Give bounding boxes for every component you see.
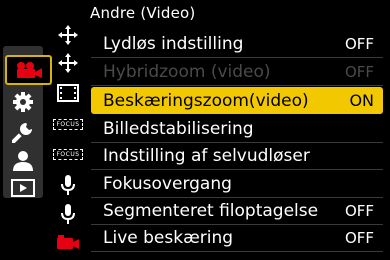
sub-tab-7[interactable]	[52, 201, 84, 227]
sub-tab-6[interactable]	[52, 172, 84, 198]
microphone-icon	[61, 204, 75, 224]
menu-item-label: Billedstabilisering	[103, 119, 254, 139]
tab-video[interactable]	[5, 55, 52, 85]
playback-icon	[11, 179, 35, 197]
menu-item-hybrid-zoom: Hybridzoom (video) OFF	[91, 59, 383, 86]
crosshair-arrows-icon	[58, 25, 78, 45]
menu-item-value: OFF	[344, 35, 374, 53]
sub-tab-8[interactable]	[52, 230, 84, 256]
microphone-icon	[61, 175, 75, 195]
sub-tab-2[interactable]	[52, 50, 84, 76]
menu-item-value: OFF	[344, 63, 374, 81]
video-camera-icon	[16, 62, 42, 78]
red-camera-icon	[57, 235, 79, 249]
menu-item-label: Hybridzoom (video)	[103, 62, 271, 82]
sub-tab-3[interactable]	[52, 80, 84, 106]
focus-frame-icon: FOCUS	[53, 118, 83, 130]
menu-item-segmented-recording[interactable]: Segmenteret filoptagelse OFF	[91, 198, 383, 225]
menu-item-silent-mode[interactable]: Lydløs indstilling OFF	[91, 31, 383, 58]
menu-item-label: Fokusovergang	[103, 174, 232, 194]
page-title: Andre (Video)	[90, 4, 196, 22]
person-icon	[13, 151, 33, 171]
menu-item-label: Beskæringszoom(video)	[103, 90, 309, 111]
menu-item-label: Lydløs indstilling	[103, 34, 244, 54]
film-strip-icon	[57, 84, 79, 102]
gear-icon	[13, 92, 33, 112]
focus-frame-icon: FOCUS	[53, 148, 83, 160]
menu-item-label: Indstilling af selvudløser	[103, 146, 310, 166]
main-tab-bar	[3, 46, 52, 198]
menu-item-label: Segmenteret filoptagelse	[103, 201, 319, 221]
wrench-icon	[12, 123, 32, 143]
sub-tab-1[interactable]	[52, 22, 84, 48]
tab-playback[interactable]	[3, 173, 43, 203]
menu-item-self-timer[interactable]: Indstilling af selvudløser	[91, 143, 383, 170]
sub-tab-4[interactable]: FOCUS	[52, 111, 84, 137]
menu-item-image-stabilization[interactable]: Billedstabilisering	[91, 116, 383, 143]
tab-custom[interactable]	[3, 87, 43, 117]
tab-setup[interactable]	[3, 117, 43, 147]
tab-my-menu[interactable]	[3, 146, 43, 176]
menu-item-live-cropping[interactable]: Live beskæring OFF	[91, 225, 383, 252]
menu-item-value: OFF	[344, 229, 374, 247]
menu-item-value: ON	[349, 91, 374, 110]
crosshair-arrows-icon	[58, 53, 78, 73]
menu-item-value: OFF	[344, 202, 374, 220]
sub-tab-5[interactable]: FOCUS	[52, 141, 84, 167]
menu-item-focus-transition[interactable]: Fokusovergang	[91, 171, 383, 198]
menu-item-label: Live beskæring	[103, 228, 234, 248]
menu-item-crop-zoom[interactable]: Beskæringszoom(video) ON	[91, 87, 383, 114]
